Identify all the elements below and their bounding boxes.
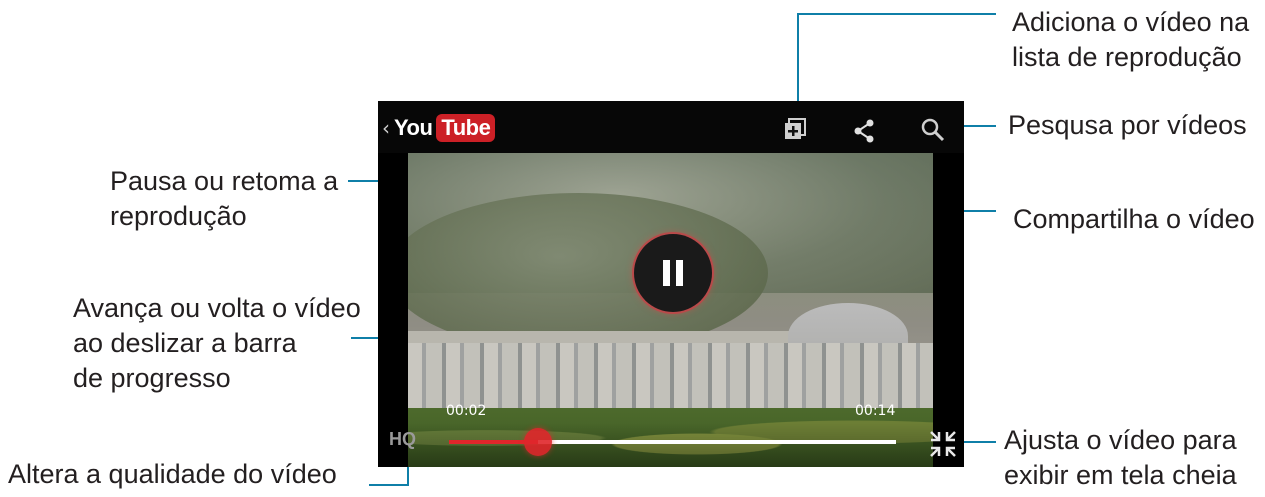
youtube-logo[interactable]: ‹ You Tube <box>382 114 496 142</box>
hq-button[interactable]: HQ <box>389 429 416 450</box>
share-icon[interactable] <box>852 118 876 144</box>
callout-line-2: exibir em tela cheia <box>1004 460 1237 490</box>
video-hill <box>408 193 768 353</box>
leader-add-to-playlist <box>797 13 996 15</box>
playlist-add-icon[interactable] <box>782 116 808 142</box>
elapsed-time: 00:02 <box>446 403 487 419</box>
callout-line-1: Altera a qualidade do vídeo <box>8 459 337 489</box>
logo-you-text: You <box>394 115 433 140</box>
callout-line-1: Ajusta o vídeo para <box>1004 425 1237 455</box>
controls-band <box>378 423 964 467</box>
callout-line-2: ao deslizar a barra <box>73 328 297 358</box>
player-top-bar: ‹ You Tube <box>378 101 964 153</box>
callout-line-3: de progresso <box>73 363 231 393</box>
callout-line-1: Compartilha o vídeo <box>1013 204 1255 234</box>
exit-fullscreen-icon[interactable] <box>929 430 957 458</box>
back-icon[interactable]: ‹ <box>382 116 390 140</box>
search-icon[interactable] <box>920 117 946 143</box>
callout-pause: Pausa ou retoma a reprodução <box>110 164 338 234</box>
callout-line-1: Pausa ou retoma a <box>110 166 339 196</box>
callout-line-1: Avança ou volta o vídeo <box>73 293 361 323</box>
total-duration: 00:14 <box>855 403 896 419</box>
callout-share: Compartilha o vídeo <box>1013 202 1255 237</box>
callout-seek: Avança ou volta o vídeo ao deslizar a ba… <box>73 291 361 396</box>
callout-line-1: Pesqusa por vídeos <box>1008 110 1247 140</box>
callout-add-to-playlist: Adiciona o vídeo na lista de reprodução <box>1012 5 1249 75</box>
leader-quality <box>369 484 409 486</box>
callout-quality: Altera a qualidade do vídeo <box>8 457 337 492</box>
callout-search: Pesqusa por vídeos <box>1008 108 1247 143</box>
callout-line-1: Adiciona o vídeo na <box>1012 7 1250 37</box>
pause-button[interactable] <box>634 234 712 312</box>
callout-fullscreen: Ajusta o vídeo para exibir em tela cheia <box>1004 423 1237 493</box>
callout-line-2: lista de reprodução <box>1012 42 1242 72</box>
video-player: ‹ You Tube 00:02 00:14 HQ <box>378 101 964 467</box>
progress-thumb[interactable] <box>524 428 552 456</box>
callout-line-2: reprodução <box>110 201 247 231</box>
logo-tube-text: Tube <box>436 114 496 142</box>
